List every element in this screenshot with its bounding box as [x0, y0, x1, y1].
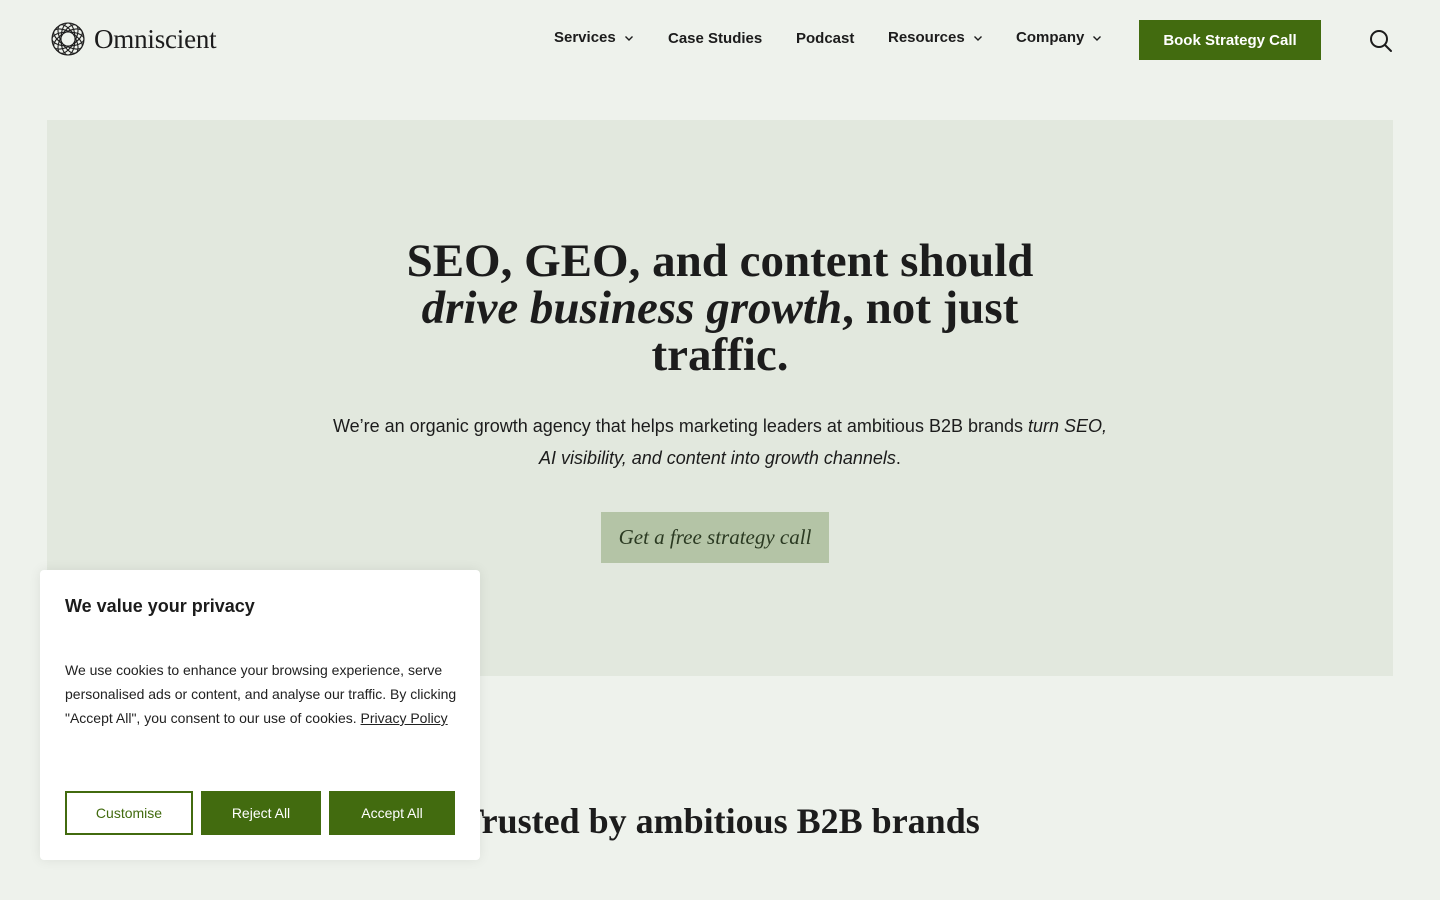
logo-text: Omniscient [94, 23, 217, 54]
cookie-consent-dialog: We value your privacy We use cookies to … [40, 570, 480, 860]
chevron-down-icon [624, 35, 633, 41]
privacy-policy-link[interactable]: Privacy Policy [361, 710, 448, 726]
nav-item-podcast[interactable]: Podcast [796, 30, 854, 47]
hero-subtitle-end: . [895, 448, 901, 468]
hero-title-line1: SEO, GEO, and content should [406, 235, 1034, 287]
nav-item-company[interactable]: Company [1016, 29, 1102, 46]
search-icon [1370, 30, 1392, 52]
nav-item-resources[interactable]: Resources [888, 29, 983, 46]
chevron-down-icon [973, 35, 982, 41]
nav-item-label: Podcast [796, 30, 855, 47]
hero-title-line3: traffic. [651, 329, 789, 381]
free-strategy-call-button[interactable]: Get a free strategy call [601, 512, 829, 563]
nav-item-case-studies[interactable]: Case Studies [668, 30, 762, 47]
hero-subtitle-text: We’re an organic growth agency that help… [332, 416, 1029, 436]
hero-title-emphasis: drive business growth [421, 282, 843, 334]
hero-title-line2-rest: , not just [842, 282, 1019, 334]
logo-link[interactable]: Omniscient [50, 21, 217, 57]
search-button[interactable] [1368, 28, 1394, 54]
trusted-brands-heading: Trusted by ambitious B2B brands [460, 801, 980, 841]
hero-subtitle: We’re an organic growth agency that help… [330, 410, 1110, 474]
reject-all-button[interactable]: Reject All [201, 791, 321, 835]
book-strategy-call-button[interactable]: Book Strategy Call [1139, 20, 1321, 60]
cookie-title: We value your privacy [65, 596, 255, 616]
chevron-down-icon [1093, 35, 1102, 41]
hero-title: SEO, GEO, and content should drive busin… [47, 238, 1393, 379]
customise-button[interactable]: Customise [65, 791, 193, 835]
nav-item-label: Resources [888, 29, 965, 46]
nav-item-label: Services [554, 29, 616, 46]
accept-all-button[interactable]: Accept All [329, 791, 455, 835]
nav-item-label: Case Studies [668, 30, 763, 47]
logo-icon [51, 22, 85, 56]
cookie-body: We use cookies to enhance your browsing … [65, 658, 460, 730]
nav-item-services[interactable]: Services [554, 29, 634, 46]
site-header: Omniscient Services Case Studies Podcast… [0, 0, 1440, 80]
nav-item-label: Company [1016, 29, 1085, 46]
